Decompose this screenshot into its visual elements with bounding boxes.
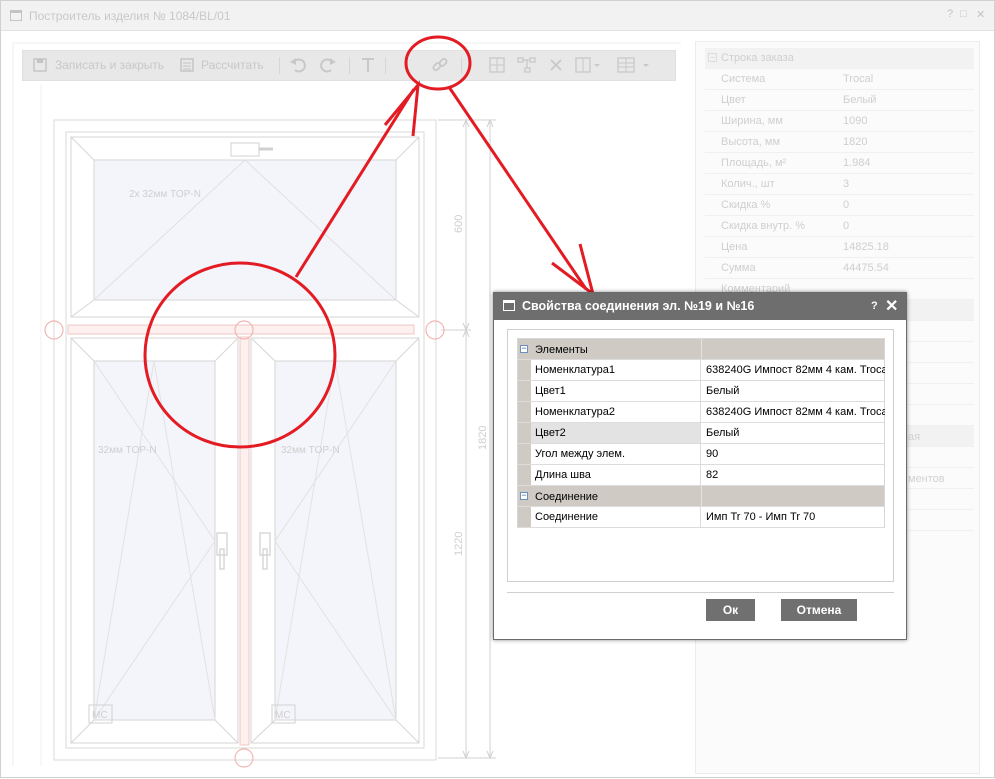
collapse-icon[interactable]: − [520,344,528,353]
cancel-button[interactable]: Отмена [781,599,857,621]
collapse-icon[interactable]: − [520,491,528,500]
grid-row-color2[interactable]: Цвет2 Белый [518,423,884,444]
help-icon[interactable]: ? [871,300,878,312]
grid-row-color1[interactable]: Цвет1 Белый [518,381,884,402]
dialog-body: − Элементы Номенклатура1 638240G Импост … [507,329,894,582]
grid-row-nomenclature2[interactable]: Номенклатура2 638240G Импост 82мм 4 кам.… [518,402,885,423]
connection-properties-dialog: Свойства соединения эл. №19 и №16 ? ✕ − … [493,292,907,640]
annotation-circle-toolbar [404,35,472,91]
category-elements[interactable]: − Элементы [518,339,884,360]
close-icon[interactable]: ✕ [885,296,898,316]
dialog-window-icon [503,300,515,311]
grid-row-nomenclature1[interactable]: Номенклатура1 638240G Импост 82мм 4 кам.… [518,360,885,381]
ok-button[interactable]: Ок [706,599,755,621]
builder-window: Построитель изделия № 1084/BL/01 ? □ ✕ З… [0,0,995,778]
dialog-title: Свойства соединения эл. №19 и №16 [522,299,755,313]
annotation-circle-drawing [143,261,337,449]
grid-row-connection[interactable]: Соединение Имп Tr 70 - Имп Tr 70 [518,507,884,528]
dialog-titlebar: Свойства соединения эл. №19 и №16 ? ✕ [494,293,906,320]
category-connection[interactable]: − Соединение [518,486,884,507]
property-grid: − Элементы Номенклатура1 638240G Импост … [517,338,885,528]
grid-row-seam-length[interactable]: Длина шва 82 [518,465,884,486]
grid-row-angle[interactable]: Угол между элем. 90 [518,444,884,465]
